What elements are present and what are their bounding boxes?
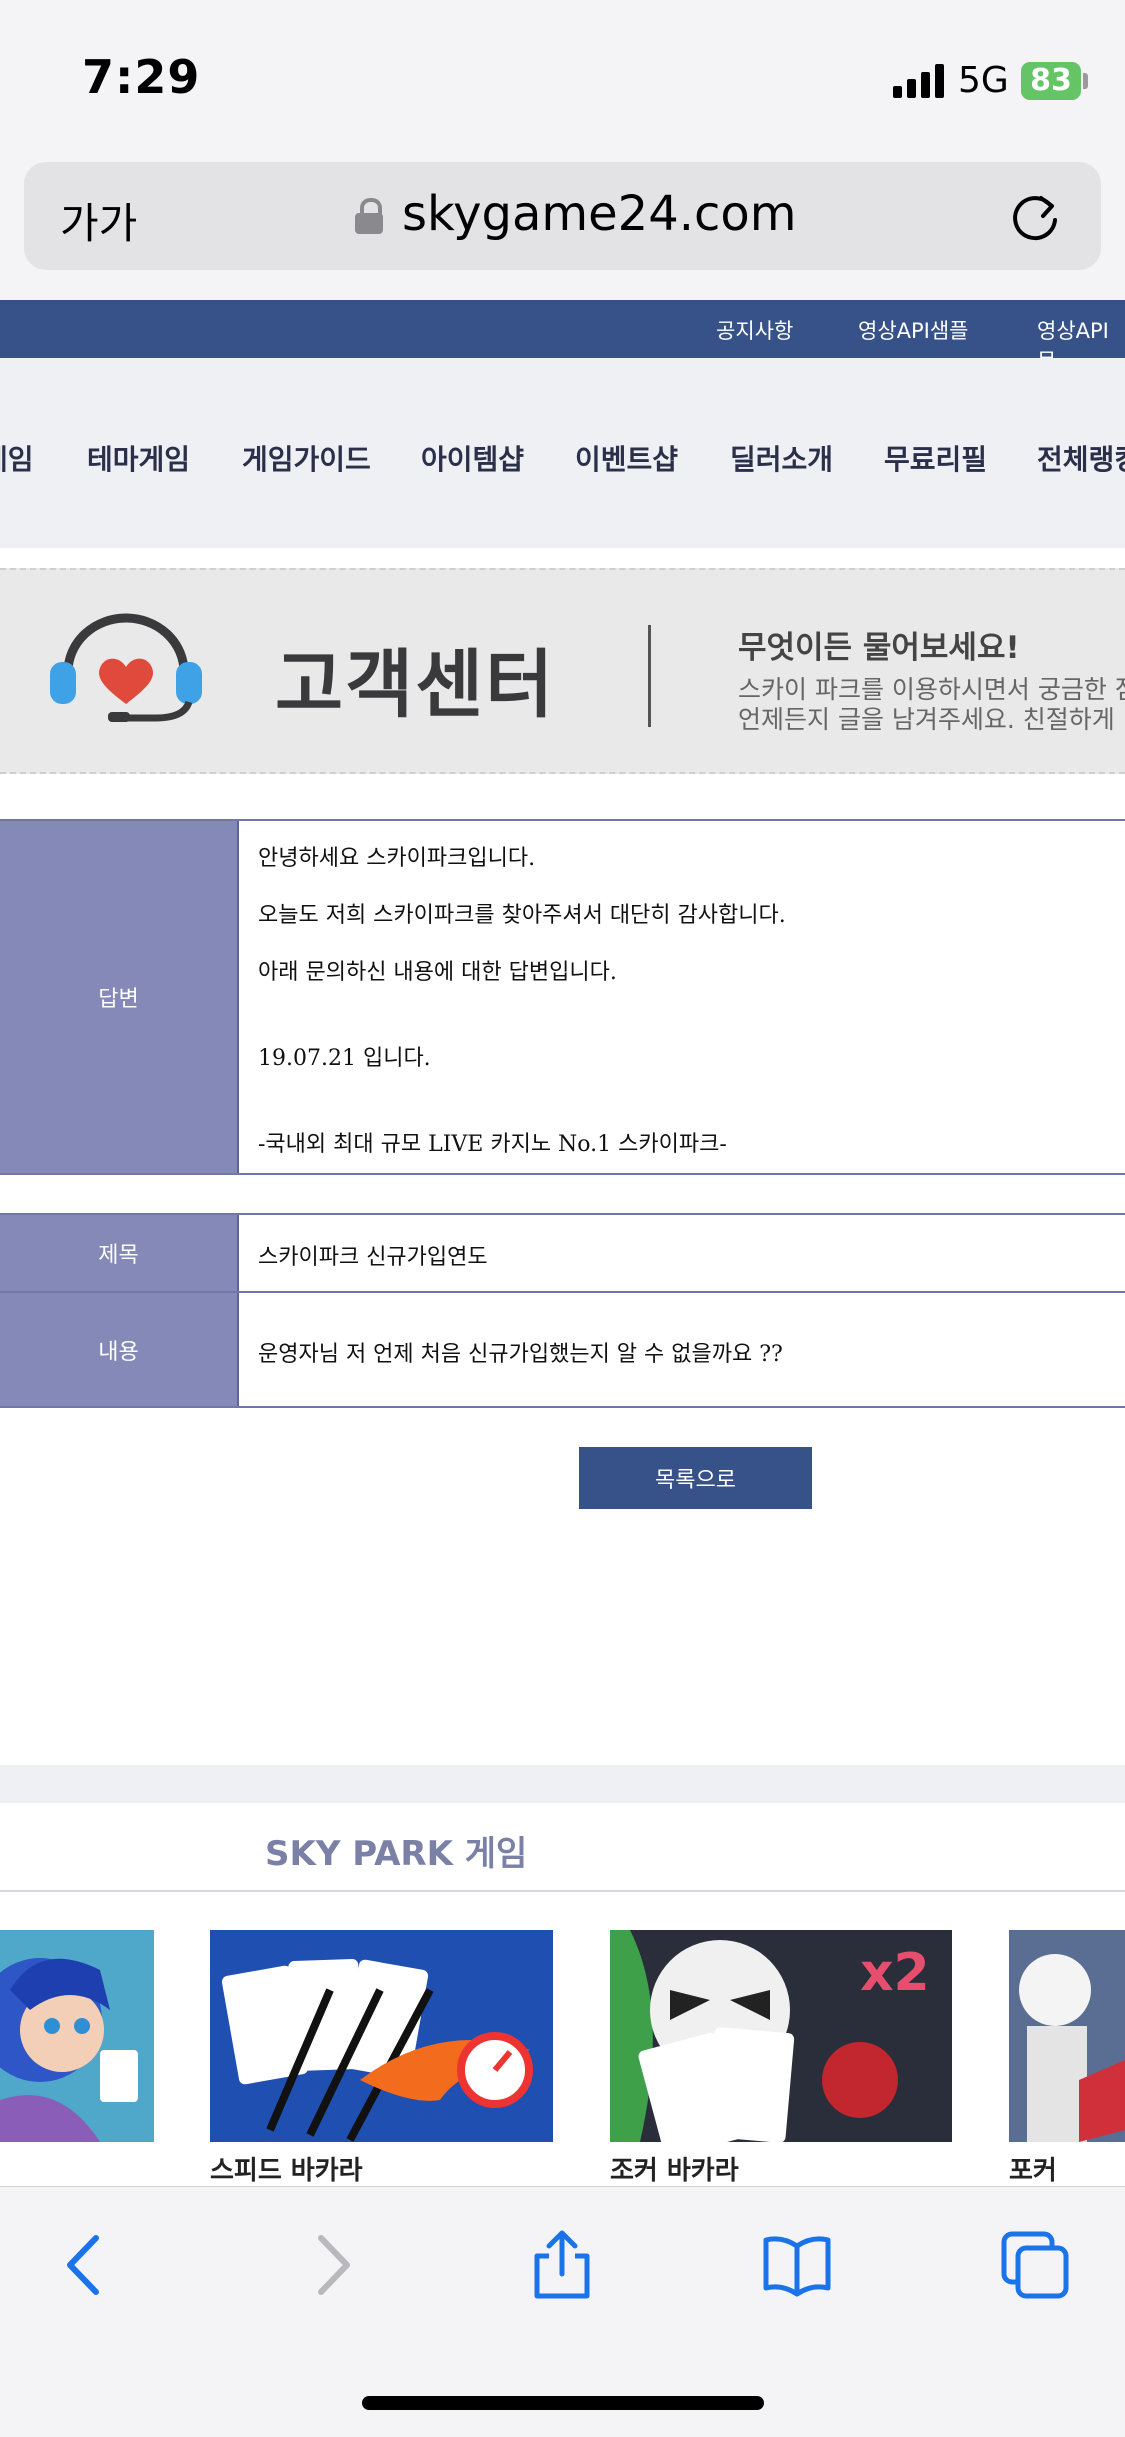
cellular-signal-icon — [893, 64, 945, 98]
menu-total-ranking[interactable]: 전체랭킹 — [1037, 438, 1125, 478]
answer-line-3: 아래 문의하신 내용에 대한 답변입니다. — [258, 960, 617, 985]
network-type: 5G — [958, 60, 1009, 101]
banner-headline: 무엇이든 물어보세요! — [738, 630, 1020, 666]
answer-line-1: 안녕하세요 스카이파크입니다. — [258, 846, 536, 871]
game-label-poker[interactable]: 포커 — [1009, 2150, 1057, 2187]
menu-dealer-intro[interactable]: 딜러소개 — [730, 438, 833, 478]
answer-line-2: 오늘도 저희 스카이파크를 찾아주셔서 대단히 감사합니다. — [258, 903, 786, 928]
menu-event-shop[interactable]: 이벤트샵 — [575, 438, 678, 478]
menu-theme-game[interactable]: 테마게임 — [87, 438, 190, 478]
battery-icon: 83 — [1021, 62, 1081, 100]
game-thumbnail-speed-baccarat[interactable] — [210, 1930, 553, 2142]
banner-spacer — [0, 548, 1125, 568]
section-separator — [0, 1765, 1125, 1803]
forward-icon[interactable] — [295, 2230, 365, 2300]
text-size-button[interactable]: 가가 — [60, 190, 137, 251]
subject-value: 스카이파크 신규가입연도 — [258, 1245, 488, 1270]
reload-icon[interactable] — [1005, 186, 1065, 246]
game-thumbnail-poker[interactable] — [1009, 1930, 1125, 2142]
share-icon[interactable] — [527, 2230, 597, 2300]
game-label-joker-baccarat[interactable]: 조커 바카라 — [610, 2150, 739, 2187]
answer-line-signature: -국내외 최대 규모 LIVE 카지노 No.1 스카이파크- — [258, 1132, 727, 1157]
top-nav-video-api-sample[interactable]: 영상API샘플 — [858, 315, 969, 345]
subject-label: 제목 — [0, 1215, 239, 1291]
lock-icon — [355, 198, 383, 234]
back-icon[interactable] — [52, 2230, 122, 2300]
url-text[interactable]: skygame24.com — [402, 186, 797, 242]
battery-tip — [1083, 73, 1088, 89]
headset-heart-icon — [50, 613, 202, 722]
battery-level: 83 — [1030, 63, 1072, 98]
banner-divider — [648, 625, 651, 727]
top-nav-notice[interactable]: 공지사항 — [716, 315, 793, 345]
home-indicator — [362, 2396, 764, 2410]
back-to-list-button[interactable]: 목록으로 — [579, 1447, 812, 1509]
menu-item-shop[interactable]: 아이템샵 — [421, 438, 524, 478]
game-thumbnail-joker-baccarat[interactable]: x2 — [610, 1930, 952, 2142]
menu-game[interactable]: 게임 — [0, 438, 34, 478]
menu-game-guide[interactable]: 게임가이드 — [242, 438, 371, 478]
content-label: 내용 — [0, 1293, 239, 1406]
status-time: 7:29 — [82, 50, 201, 104]
game-label-speed-baccarat[interactable]: 스피드 바카라 — [210, 2150, 363, 2187]
content-value: 운영자님 저 언제 처음 신규가입했는지 알 수 없을까요 ?? — [258, 1342, 783, 1367]
answer-label: 답변 — [0, 821, 239, 1173]
games-section-title: SKY PARK 게임 — [265, 1834, 528, 1874]
menu-free-refill[interactable]: 무료리필 — [884, 438, 987, 478]
inquiry-table-bottom-border — [0, 1406, 1125, 1408]
answer-table-bottom-border — [0, 1173, 1125, 1175]
games-section-underline — [0, 1890, 1125, 1892]
banner-subtext-2: 언제든지 글을 남겨주세요. 친절하게 답 — [738, 705, 1125, 734]
bookmarks-icon[interactable] — [762, 2230, 832, 2300]
answer-line-date: 19.07.21 입니다. — [258, 1046, 431, 1071]
tabs-icon[interactable] — [1000, 2230, 1070, 2300]
game-thumbnail-character[interactable] — [0, 1930, 154, 2142]
banner-title: 고객센터 — [275, 642, 556, 728]
svg-text:x2: x2 — [860, 1943, 930, 2003]
